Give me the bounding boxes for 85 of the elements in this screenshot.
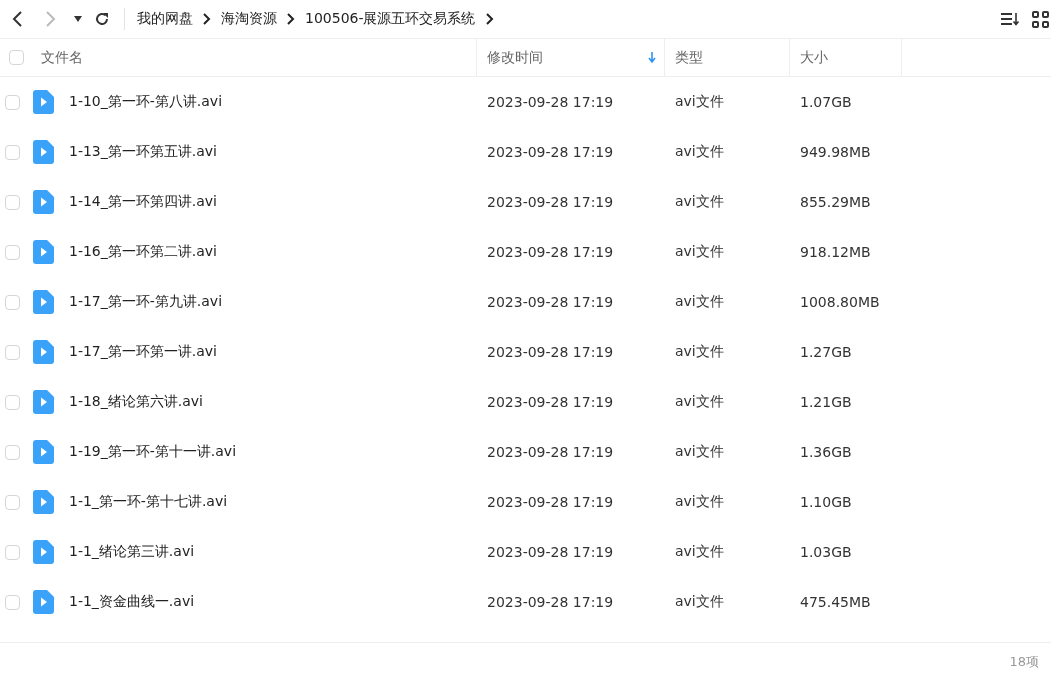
modified-time: 2023-09-28 17:19 [487,344,614,360]
file-size: 918.12MB [800,244,871,260]
file-type: avi文件 [675,543,724,559]
sort-icon[interactable] [1000,11,1020,27]
checkbox[interactable] [5,394,20,410]
file-size: 1.21GB [800,394,852,410]
file-name[interactable]: 1-16_第一环第二讲.avi [69,243,217,261]
modified-time: 2023-09-28 17:19 [487,294,614,310]
grid-view-icon[interactable] [1032,10,1049,28]
file-type: avi文件 [675,343,724,359]
file-type: avi文件 [675,93,724,109]
chevron-icon [287,13,295,25]
checkbox[interactable] [5,494,20,510]
checkbox[interactable] [5,244,20,260]
video-file-icon [33,340,54,364]
modified-time: 2023-09-28 17:19 [487,494,614,510]
file-name[interactable]: 1-1_资金曲线一.avi [69,593,195,611]
back-icon[interactable] [10,10,24,28]
file-type: avi文件 [675,193,724,209]
file-size: 475.45MB [800,594,871,610]
file-size: 855.29MB [800,194,871,210]
column-header[interactable]: 修改时间 [487,48,543,67]
modified-time: 2023-09-28 17:19 [487,594,614,610]
file-name[interactable]: 1-14_第一环第四讲.avi [69,193,217,211]
checkbox[interactable] [5,344,20,360]
dropdown-icon[interactable] [74,16,82,22]
video-file-icon [33,540,54,564]
column-header[interactable]: 类型 [675,48,703,67]
chevron-icon [485,13,494,25]
file-name[interactable]: 1-17_第一环第一讲.avi [69,343,217,361]
modified-time: 2023-09-28 17:19 [487,444,614,460]
column-header[interactable]: 文件名 [41,48,83,67]
file-type: avi文件 [675,443,724,459]
file-name[interactable]: 1-1_第一环-第十七讲.avi [69,493,228,511]
breadcrumb-link[interactable]: 我的网盘 [137,10,193,28]
chevron-icon [203,13,211,25]
file-name[interactable]: 1-18_绪论第六讲.avi [69,393,203,411]
file-type: avi文件 [675,493,724,509]
file-size: 1.07GB [800,94,852,110]
breadcrumb-link[interactable]: 海淘资源 [221,10,277,28]
video-file-icon [33,440,54,464]
file-type: avi文件 [675,393,724,409]
modified-time: 2023-09-28 17:19 [487,544,614,560]
checkbox[interactable] [5,544,20,560]
file-name[interactable]: 1-17_第一环-第九讲.avi [69,293,223,311]
video-file-icon [33,90,54,114]
checkbox[interactable] [5,94,20,110]
modified-time: 2023-09-28 17:19 [487,194,614,210]
breadcrumb-link[interactable]: 100506-展源五环交易系统 [305,10,476,28]
modified-time: 2023-09-28 17:19 [487,394,614,410]
file-size: 1.27GB [800,344,852,360]
file-size: 1.10GB [800,494,852,510]
modified-time: 2023-09-28 17:19 [487,144,614,160]
file-type: avi文件 [675,143,724,159]
file-size: 1.36GB [800,444,852,460]
item-count: 18项 [1009,653,1039,671]
column-header[interactable]: 大小 [800,48,828,67]
file-type: avi文件 [675,243,724,259]
file-size: 1.03GB [800,544,852,560]
refresh-icon[interactable] [94,11,110,27]
file-name[interactable]: 1-13_第一环第五讲.avi [69,143,217,161]
file-size: 1008.80MB [800,294,880,310]
checkbox[interactable] [5,444,20,460]
modified-time: 2023-09-28 17:19 [487,94,614,110]
checkbox[interactable] [9,50,24,65]
file-type: avi文件 [675,593,724,609]
video-file-icon [33,490,54,514]
file-name[interactable]: 1-19_第一环-第十一讲.avi [69,443,237,461]
video-file-icon [33,140,54,164]
video-file-icon [33,240,54,264]
file-size: 949.98MB [800,144,871,160]
file-name[interactable]: 1-1_绪论第三讲.avi [69,543,195,561]
checkbox[interactable] [5,194,20,210]
file-type: avi文件 [675,293,724,309]
sort-descending-icon[interactable] [648,51,656,64]
video-file-icon [33,290,54,314]
video-file-icon [33,190,54,214]
modified-time: 2023-09-28 17:19 [487,244,614,260]
checkbox[interactable] [5,594,20,610]
checkbox[interactable] [5,294,20,310]
forward-icon[interactable] [44,10,58,28]
video-file-icon [33,390,54,414]
file-name[interactable]: 1-10_第一环-第八讲.avi [69,93,223,111]
checkbox[interactable] [5,144,20,160]
video-file-icon [33,590,54,614]
